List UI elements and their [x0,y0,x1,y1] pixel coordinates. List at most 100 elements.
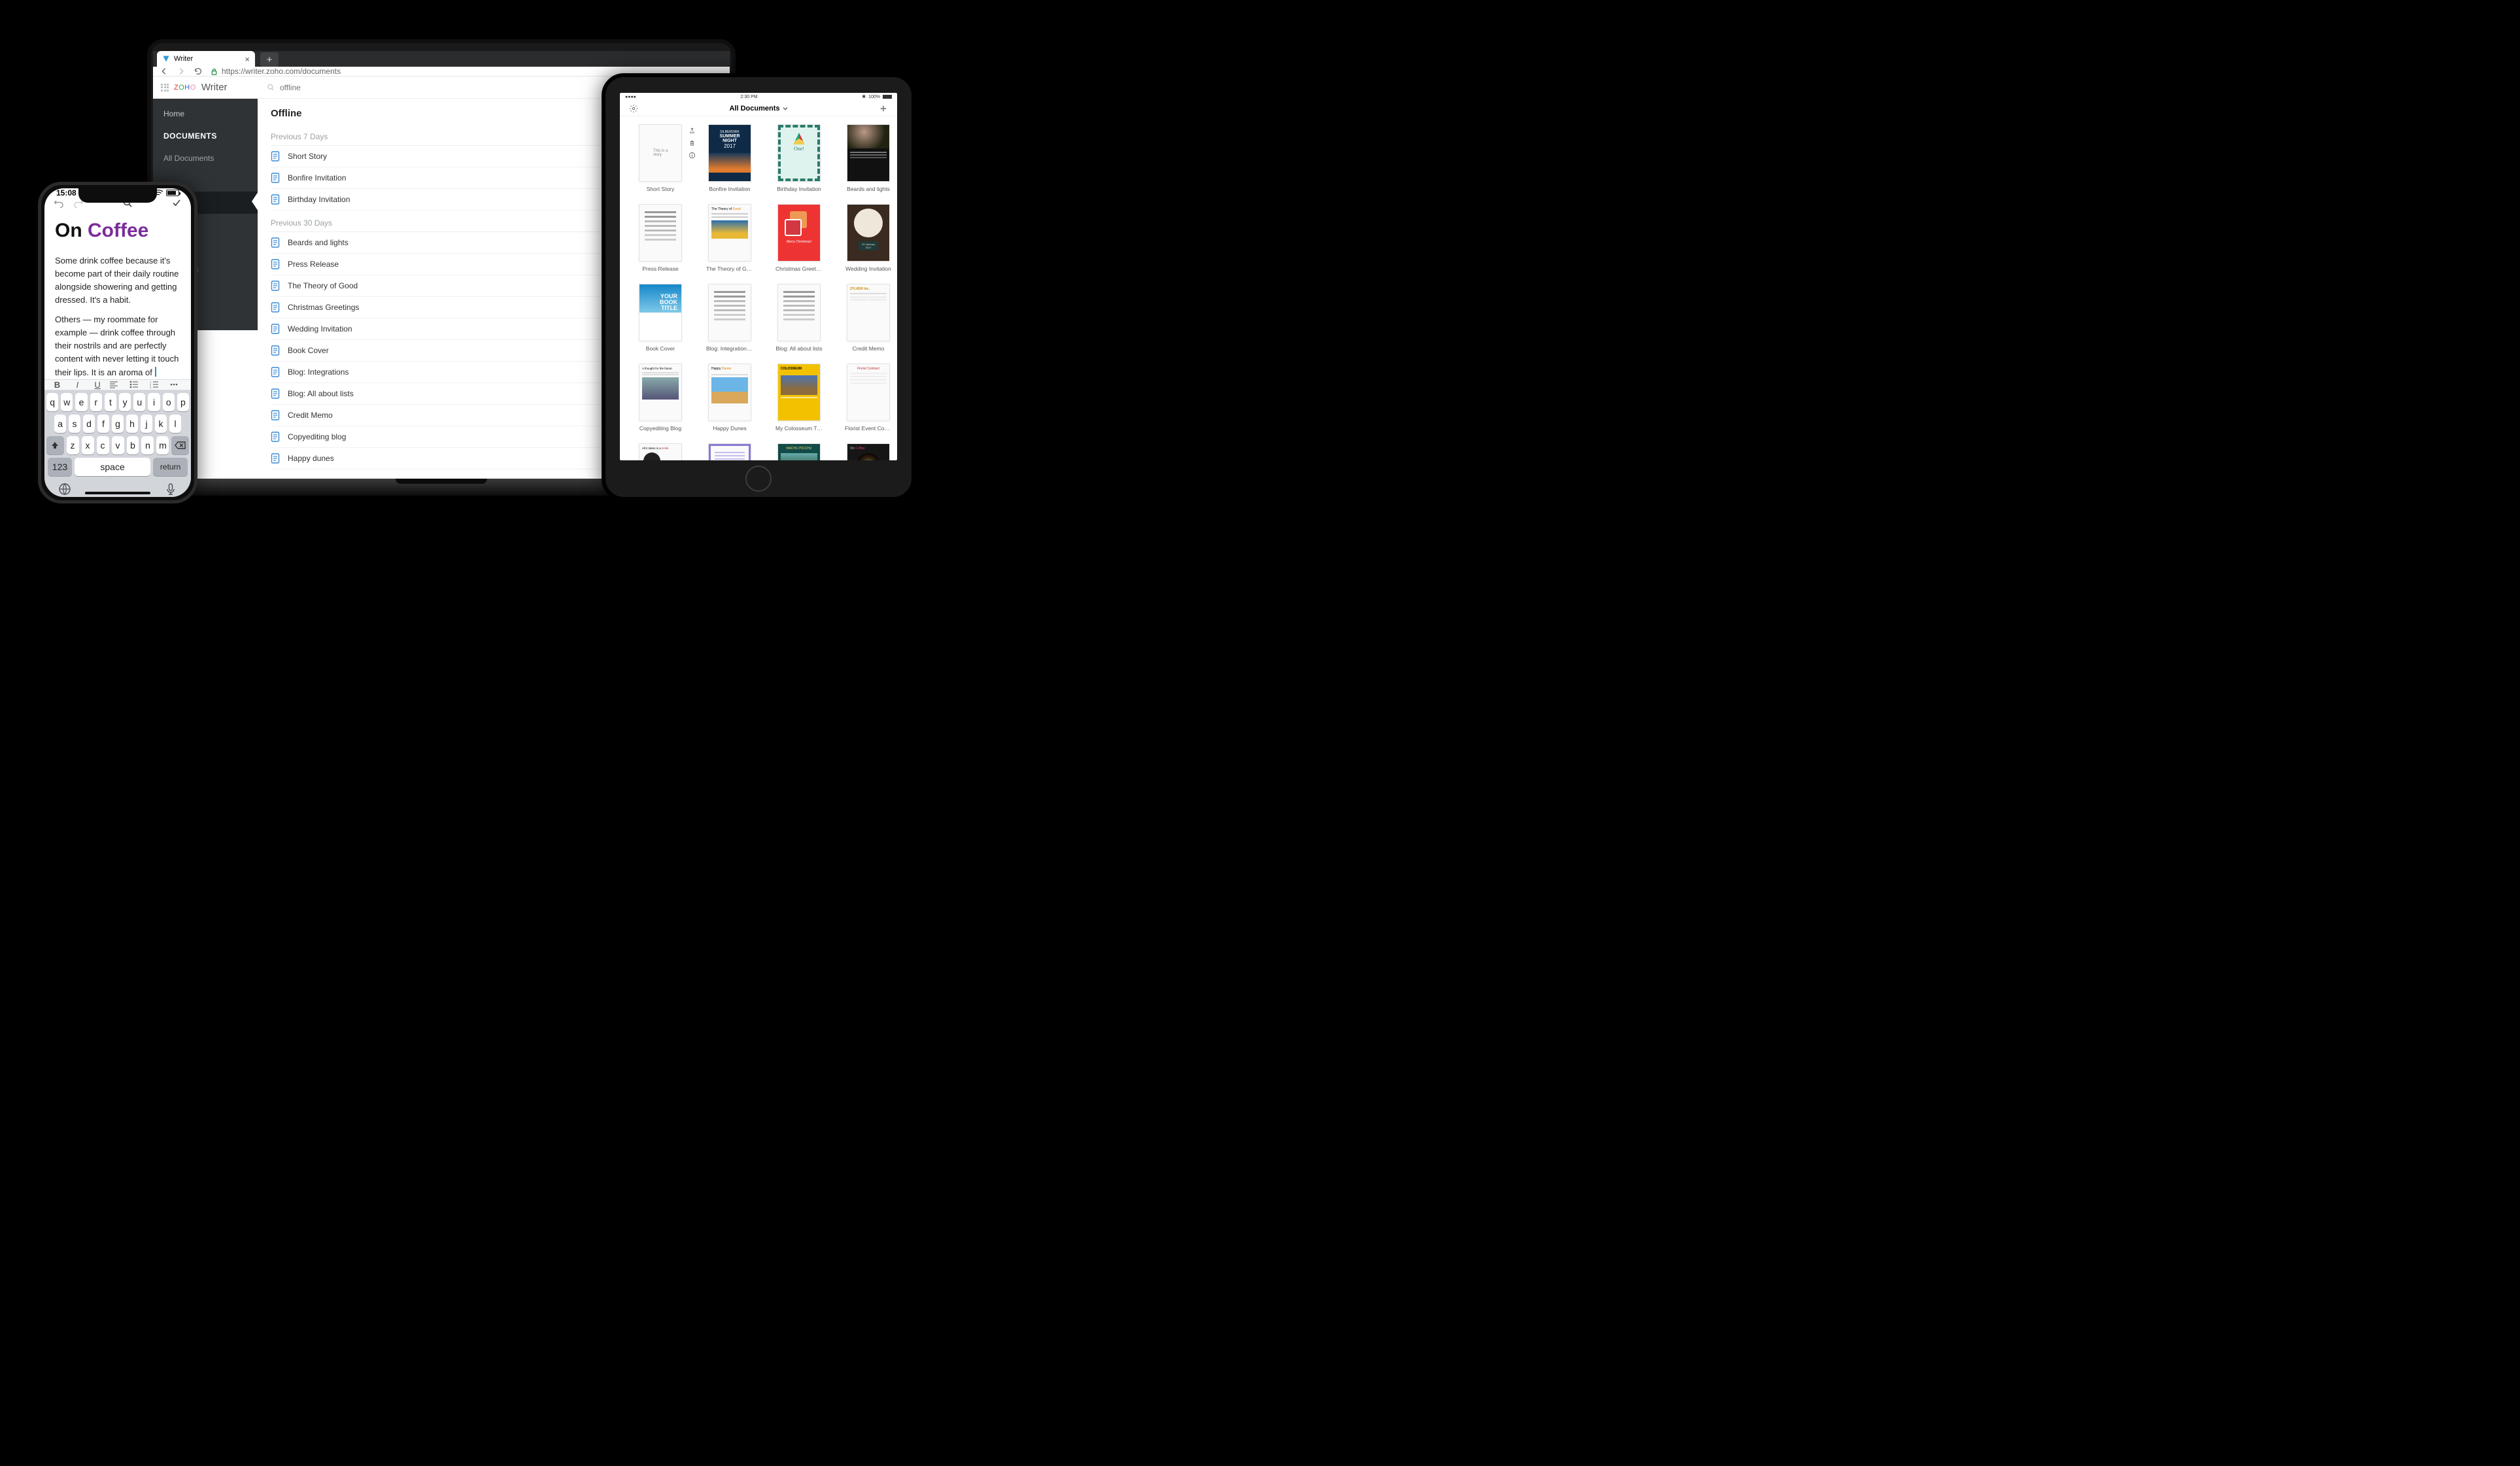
tablet-document-grid: This is astoryShort Story SILBERDIRKSUMME… [620,116,897,460]
phone-notch [78,188,157,203]
document-card[interactable]: All it takes is a smileAll it takes is a… [637,443,684,460]
key-f[interactable]: f [97,415,109,433]
document-card[interactable]: Beards and lights [845,124,892,192]
document-card[interactable]: ZYLKER Inc.Credit Memo [845,284,892,352]
key-b[interactable]: b [127,436,139,454]
tablet-home-button[interactable] [745,466,772,492]
gear-icon[interactable] [629,104,638,113]
key-i[interactable]: i [148,393,160,411]
key-v[interactable]: v [112,436,124,454]
document-card[interactable]: COLOSSEUMMy Colosseum Trip [775,364,823,432]
url-display[interactable]: https://writer.zoho.com/documents [211,67,341,76]
bullet-list-button[interactable] [129,381,146,388]
document-thumbnail: This is astory [639,124,682,182]
document-caption: Florist Event Contr... [845,425,892,432]
document-card[interactable]: Blog: Integrations... [706,284,753,352]
key-backspace[interactable] [171,436,189,454]
document-card[interactable]: YOURBOOKTITLEBook Cover [637,284,684,352]
key-k[interactable]: k [155,415,167,433]
plus-icon[interactable] [879,104,888,113]
key-y[interactable]: y [119,393,131,411]
document-card[interactable]: Merry Christmas!Christmas Greetin... [775,204,823,272]
share-icon[interactable] [689,127,696,134]
key-t[interactable]: t [105,393,116,411]
checkmark-icon[interactable] [171,197,182,208]
document-card[interactable]: Untitled [706,443,753,460]
key-d[interactable]: d [83,415,95,433]
key-x[interactable]: x [82,436,94,454]
trash-icon[interactable] [689,139,696,146]
app-header: ZOHO Writer [153,77,258,99]
mic-icon[interactable] [164,483,177,496]
document-card[interactable]: 24 January2017Wedding Invitation [845,204,892,272]
sidebar-item-home[interactable]: Home [153,103,258,125]
browser-tab[interactable]: Writer × [157,51,255,67]
document-card[interactable]: Happy DunesHappy Dunes [706,364,753,432]
key-c[interactable]: c [97,436,109,454]
sidebar-item-all-documents[interactable]: All Documents [153,147,258,169]
key-shift[interactable] [46,436,64,454]
document-card[interactable]: One!Birthday Invitation [775,124,823,192]
document-card[interactable]: Press Release [637,204,684,272]
home-indicator[interactable] [85,492,150,494]
tablet-title[interactable]: All Documents [729,105,787,112]
back-icon[interactable] [160,67,169,76]
align-left-button[interactable] [109,381,126,388]
key-h[interactable]: h [126,415,138,433]
key-q[interactable]: q [46,393,58,411]
apps-grid-icon[interactable] [161,84,169,92]
key-p[interactable]: p [177,393,189,411]
key-j[interactable]: j [141,415,152,433]
undo-icon[interactable] [54,197,64,208]
underline-button[interactable]: U [89,380,106,390]
key-l[interactable]: l [169,415,181,433]
document-card[interactable]: A thought for the futureCopyediting Blog [637,364,684,432]
key-123[interactable]: 123 [48,458,72,476]
key-z[interactable]: z [67,436,79,454]
document-thumbnail: MACHU PICCHU [777,443,821,460]
key-w[interactable]: w [61,393,73,411]
reload-icon[interactable] [194,67,203,76]
search-icon [267,83,275,92]
numbered-list-button[interactable]: 123 [150,381,167,388]
document-editor[interactable]: On Coffee Some drink coffee because it's… [44,208,191,379]
search-field[interactable] [267,83,437,92]
key-e[interactable]: e [75,393,87,411]
key-m[interactable]: m [156,436,169,454]
document-thumbnail [639,204,682,262]
key-n[interactable]: n [141,436,154,454]
svg-text:3: 3 [150,386,152,388]
product-name: Writer [201,82,228,93]
key-s[interactable]: s [69,415,80,433]
new-tab-button[interactable]: + [260,52,279,67]
info-icon[interactable] [689,152,696,159]
key-space[interactable]: space [75,458,150,476]
document-caption: Wedding Invitation [845,265,891,272]
paragraph: Others — my roommate for example — drink… [55,313,180,379]
globe-icon[interactable] [58,483,71,496]
document-card[interactable]: On CoffeeOn Coffee [845,443,892,460]
document-card[interactable]: MACHU PICCHUMachu Picchu [775,443,823,460]
more-formatting-button[interactable] [169,381,186,388]
search-input[interactable] [280,83,437,92]
document-card[interactable]: This is astoryShort Story [637,124,684,192]
key-g[interactable]: g [112,415,124,433]
key-u[interactable]: u [133,393,145,411]
key-a[interactable]: a [54,415,66,433]
forward-icon[interactable] [177,67,186,76]
key-return[interactable]: return [153,458,188,476]
document-card[interactable]: Florist ContractFlorist Event Contr... [845,364,892,432]
bold-button[interactable]: B [48,380,65,390]
tablet-status-bar: ●●●● 2:30 PM ✱100% [620,93,897,101]
close-tab-icon[interactable]: × [245,54,250,64]
key-r[interactable]: r [90,393,102,411]
url-text: https://writer.zoho.com/documents [222,67,341,76]
document-card[interactable]: Blog: All about lists [775,284,823,352]
italic-button[interactable]: I [69,380,86,390]
brand-logo: ZOHO [174,84,196,92]
document-thumbnail: SILBERDIRKSUMMERNIGHT2017 [708,124,751,182]
document-card[interactable]: SILBERDIRKSUMMERNIGHT2017Bonfire Invitat… [706,124,753,192]
document-card[interactable]: The Theory of GoodThe Theory of Good [706,204,753,272]
key-o[interactable]: o [163,393,175,411]
sidebar-header-documents: DOCUMENTS [153,125,258,147]
